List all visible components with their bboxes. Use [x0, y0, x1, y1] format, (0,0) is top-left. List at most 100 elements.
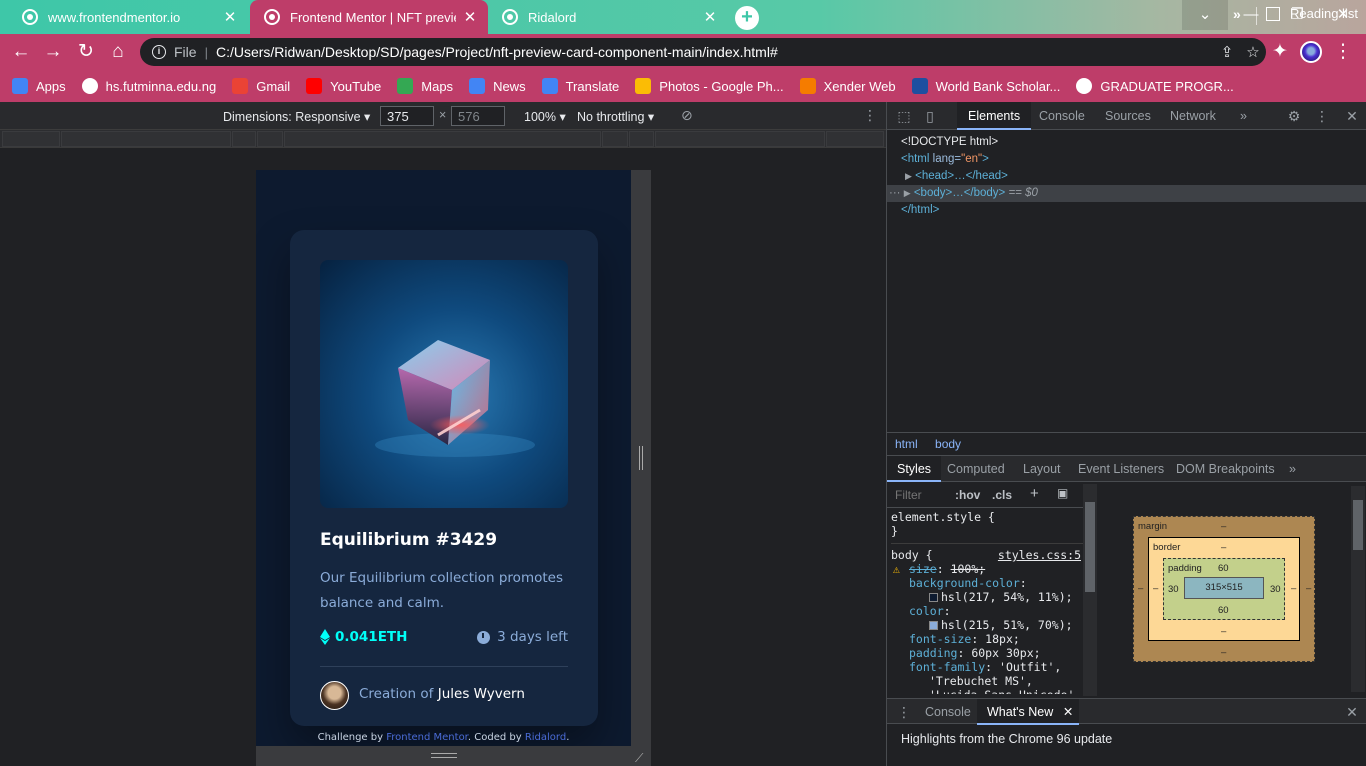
style-property[interactable]: color — [909, 604, 944, 618]
tab-frontendmentor[interactable]: www.frontendmentor.io ✕ — [8, 0, 248, 34]
style-declaration[interactable]: font-size: 18px; — [891, 632, 1083, 646]
home-button[interactable]: ⌂ — [105, 39, 131, 65]
bookmark-item[interactable]: News — [469, 78, 526, 94]
tab-search-button[interactable]: ⌄ — [1182, 0, 1228, 30]
style-declaration[interactable]: 'Lucida Sans Unicode', — [891, 688, 1083, 694]
inspect-element-icon[interactable]: ⬚ — [895, 107, 913, 125]
close-drawer-icon[interactable]: ✕ — [1343, 703, 1361, 721]
bookmark-item[interactable]: World Bank Scholar... — [911, 78, 1060, 94]
style-value[interactable]: 18px; — [985, 632, 1020, 646]
cls-toggle[interactable]: .cls — [992, 488, 1012, 502]
extensions-icon[interactable]: ✦ — [1267, 39, 1293, 65]
viewport-resize-handle-bottom[interactable]: ⟋ — [256, 746, 651, 766]
box-model-content[interactable]: 315×515 — [1184, 577, 1264, 599]
media-query-segment[interactable] — [257, 131, 283, 147]
padding-bottom-value[interactable]: 60 — [1218, 605, 1229, 616]
tab-dom-breakpoints[interactable]: DOM Breakpoints — [1166, 456, 1285, 482]
media-query-segment[interactable] — [602, 131, 628, 147]
breadcrumb-html[interactable]: html — [895, 437, 918, 451]
device-height-input[interactable] — [451, 106, 505, 126]
forward-button[interactable]: → — [40, 39, 66, 65]
dom-body[interactable]: ··· ▶ <body>…</body> == $0 — [887, 185, 1366, 202]
bookmark-item[interactable]: Apps — [12, 78, 66, 94]
padding-top-value[interactable]: 60 — [1218, 563, 1229, 574]
box-model-padding[interactable]: padding 60 60 30 30 315×515 — [1163, 558, 1285, 620]
bookmark-item[interactable]: GRADUATE PROGR... — [1076, 78, 1234, 94]
viewport-resize-handle-right[interactable] — [631, 170, 651, 746]
style-value[interactable]: 100%; — [951, 562, 986, 576]
new-style-rule-icon[interactable]: + — [1030, 485, 1039, 502]
nft-image[interactable] — [320, 260, 568, 508]
style-value[interactable]: 'Outfit', — [999, 660, 1061, 674]
element-style-rule[interactable]: element.style { — [891, 510, 1083, 524]
creator-name-link[interactable]: Jules Wyvern — [438, 686, 525, 702]
share-icon[interactable]: ⇪ — [1214, 43, 1240, 61]
close-drawer-tab-icon[interactable]: ✕ — [1063, 699, 1073, 725]
dimensions-dropdown[interactable]: Dimensions: Responsive ▾ — [223, 109, 370, 124]
address-bar[interactable]: i File | C:/Users/Ridwan/Desktop/SD/page… — [140, 38, 1266, 66]
tab-elements[interactable]: Elements — [957, 102, 1032, 130]
media-query-segment[interactable] — [284, 131, 601, 147]
tab-sources[interactable]: Sources — [1094, 102, 1162, 130]
tab-network[interactable]: Network — [1159, 102, 1227, 130]
body-selector[interactable]: body { — [891, 548, 933, 562]
tab-console[interactable]: Console — [1028, 102, 1096, 130]
style-value[interactable]: hsl(215, 51%, 70%); — [941, 618, 1073, 632]
drawer-menu-icon[interactable]: ⋮ — [895, 703, 913, 721]
style-value[interactable]: 60px 30px; — [971, 646, 1040, 660]
close-tab-icon[interactable]: ✕ — [222, 8, 238, 26]
drawer-tab-console[interactable]: Console — [915, 699, 981, 725]
styles-scrollbar[interactable] — [1083, 484, 1097, 696]
tab-nft-preview[interactable]: Frontend Mentor | NFT preview c ✕ — [250, 0, 488, 34]
bookmark-item[interactable]: Translate — [541, 78, 619, 94]
device-toggle-icon[interactable]: ▯ — [921, 107, 939, 125]
scroll-thumb[interactable] — [1353, 500, 1363, 550]
dom-html-close[interactable]: </html> — [887, 202, 1366, 219]
toggle-sidebar-icon[interactable]: ▣ — [1057, 486, 1068, 500]
style-declaration[interactable]: font-family: 'Outfit', — [891, 660, 1083, 674]
style-value[interactable]: 'Lucida Sans Unicode', — [929, 688, 1081, 694]
style-declaration[interactable]: padding: 60px 30px; — [891, 646, 1083, 660]
media-query-segment[interactable] — [232, 131, 256, 147]
frontend-mentor-link[interactable]: Frontend Mentor — [386, 732, 468, 743]
box-model-margin[interactable]: margin – – – – border – – – – padding 60… — [1133, 516, 1315, 662]
color-swatch-icon[interactable] — [929, 593, 938, 602]
color-swatch-icon[interactable] — [929, 621, 938, 630]
tab-ridalord[interactable]: Ridalord ✕ — [488, 0, 728, 34]
reload-button[interactable]: ↻ — [73, 39, 99, 65]
bookmark-item[interactable]: Gmail — [232, 78, 290, 94]
style-property[interactable]: size — [909, 562, 937, 576]
bookmark-item[interactable]: hs.futminna.edu.ng — [81, 78, 216, 94]
style-value[interactable]: hsl(217, 54%, 11%); — [941, 590, 1073, 604]
dom-doctype[interactable]: <!DOCTYPE html> — [887, 134, 1366, 151]
style-property[interactable]: font-size — [909, 632, 971, 646]
bookmark-item[interactable]: YouTube — [306, 78, 381, 94]
dom-head[interactable]: ▶ <head>…</head> — [887, 168, 1366, 185]
device-options-icon[interactable]: ⋮ — [863, 107, 877, 124]
expand-triangle-icon[interactable]: ▶ — [905, 171, 912, 181]
media-query-segment[interactable] — [629, 131, 654, 147]
media-query-segment[interactable] — [655, 131, 825, 147]
styles-filter-input[interactable] — [889, 485, 947, 505]
style-declaration[interactable]: 'Trebuchet MS', — [891, 674, 1083, 688]
drawer-tab-whats-new[interactable]: What's New ✕ — [977, 699, 1080, 725]
ridalord-link[interactable]: Ridalord — [525, 732, 566, 743]
profile-avatar[interactable] — [1300, 41, 1322, 63]
more-bookmarks-button[interactable]: » — [1233, 6, 1241, 22]
bookmark-item[interactable]: Xender Web — [799, 78, 896, 94]
scroll-thumb[interactable] — [1085, 502, 1095, 592]
style-declaration[interactable]: background-color: hsl(217, 54%, 11%); — [891, 576, 1083, 604]
close-devtools-icon[interactable]: ✕ — [1343, 107, 1361, 125]
bookmark-star-icon[interactable]: ☆ — [1240, 43, 1266, 61]
back-button[interactable]: ← — [8, 39, 34, 65]
throttling-dropdown[interactable]: No throttling ▾ — [577, 109, 654, 124]
padding-left-value[interactable]: 30 — [1168, 584, 1179, 595]
stylesheet-link[interactable]: styles.css:5 — [998, 548, 1081, 562]
rotate-icon[interactable]: ⊘ — [681, 107, 693, 124]
close-tab-icon[interactable]: ✕ — [462, 8, 478, 26]
more-tabs-button[interactable]: » — [1229, 102, 1258, 130]
bookmark-item[interactable]: Photos - Google Ph... — [635, 78, 784, 94]
media-query-segment[interactable] — [2, 131, 60, 147]
tab-computed[interactable]: Computed — [937, 456, 1015, 482]
node-actions-icon[interactable]: ··· — [889, 187, 901, 199]
